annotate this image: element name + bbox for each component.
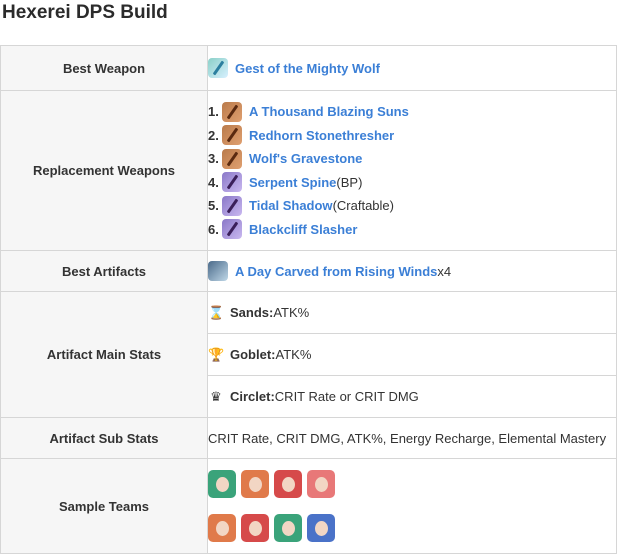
circlet-cell: ♛ Circlet: CRIT Rate or CRIT DMG bbox=[207, 375, 617, 418]
avatar[interactable] bbox=[241, 470, 269, 498]
sands-label: Sands: bbox=[230, 305, 274, 320]
table-row: Replacement Weapons 1. A Thousand Blazin… bbox=[0, 90, 617, 251]
weapon-link[interactable]: Serpent Spine bbox=[249, 175, 336, 190]
claymore-icon bbox=[222, 172, 242, 193]
weapon-note: (Craftable) bbox=[332, 198, 394, 214]
list-item: 6. Blackcliff Slasher bbox=[208, 218, 616, 242]
avatar[interactable] bbox=[274, 514, 302, 542]
list-item: 2. Redhorn Stonethresher bbox=[208, 124, 616, 148]
list-item: 4. Serpent Spine (BP) bbox=[208, 171, 616, 195]
main-stats-label: Artifact Main Stats bbox=[0, 291, 208, 418]
page-title: Hexerei DPS Build bbox=[2, 2, 168, 23]
team-1 bbox=[208, 470, 616, 498]
best-artifacts-label: Best Artifacts bbox=[0, 250, 208, 292]
weapon-link[interactable]: Redhorn Stonethresher bbox=[249, 128, 394, 143]
artifact-count: x4 bbox=[437, 263, 452, 279]
artifact-icon bbox=[208, 261, 228, 281]
claymore-icon bbox=[222, 101, 242, 122]
sword-icon bbox=[208, 58, 228, 78]
sub-stats-value: CRIT Rate, CRIT DMG, ATK%, Energy Rechar… bbox=[207, 417, 617, 459]
claymore-icon bbox=[222, 125, 242, 146]
best-artifacts-cell: A Day Carved from Rising Winds x4 bbox=[207, 250, 617, 292]
weapon-link[interactable]: Blackcliff Slasher bbox=[249, 222, 357, 237]
avatar[interactable] bbox=[274, 470, 302, 498]
best-weapon-label: Best Weapon bbox=[0, 45, 208, 91]
goblet-label: Goblet: bbox=[230, 347, 276, 362]
goblet-value: ATK% bbox=[275, 347, 312, 362]
circlet-label: Circlet: bbox=[230, 389, 275, 404]
best-weapon-cell: Gest of the Mighty Wolf bbox=[207, 45, 617, 91]
build-table: Best Weapon Gest of the Mighty Wolf Repl… bbox=[0, 45, 617, 554]
list-item: 1. A Thousand Blazing Suns bbox=[208, 100, 616, 124]
table-row: Best Artifacts A Day Carved from Rising … bbox=[0, 250, 617, 292]
list-number: 6. bbox=[208, 221, 219, 237]
crown-icon: ♛ bbox=[210, 388, 222, 404]
team-2 bbox=[208, 514, 616, 542]
weapon-note: (BP) bbox=[336, 174, 363, 190]
list-number: 1. bbox=[208, 104, 219, 120]
sub-stats-label: Artifact Sub Stats bbox=[0, 417, 208, 459]
sands-value: ATK% bbox=[273, 305, 310, 320]
table-row: Sample Teams bbox=[0, 458, 617, 554]
avatar[interactable] bbox=[208, 514, 236, 542]
goblet-icon: 🏆 bbox=[208, 346, 225, 362]
sands-cell: ⌛ Sands: ATK% bbox=[207, 291, 617, 334]
list-number: 2. bbox=[208, 127, 219, 143]
table-row: Artifact Main Stats ⌛ Sands: ATK% bbox=[0, 291, 617, 418]
weapon-link[interactable]: A Thousand Blazing Suns bbox=[249, 104, 409, 119]
avatar[interactable] bbox=[307, 514, 335, 542]
claymore-icon bbox=[222, 148, 242, 169]
replacement-weapons-cell: 1. A Thousand Blazing Suns 2. Redhorn St… bbox=[207, 90, 617, 251]
list-item: 3. Wolf's Gravestone bbox=[208, 147, 616, 171]
list-number: 4. bbox=[208, 174, 219, 190]
list-number: 3. bbox=[208, 151, 219, 167]
replacement-weapons-label: Replacement Weapons bbox=[0, 90, 208, 251]
sample-teams-label: Sample Teams bbox=[0, 458, 208, 554]
claymore-icon bbox=[222, 195, 242, 216]
sample-teams-cell bbox=[207, 458, 617, 554]
artifact-set-link[interactable]: A Day Carved from Rising Winds bbox=[235, 264, 437, 279]
avatar[interactable] bbox=[208, 470, 236, 498]
hourglass-icon: ⌛ bbox=[208, 304, 225, 320]
table-row: Artifact Sub Stats CRIT Rate, CRIT DMG, … bbox=[0, 417, 617, 459]
weapon-link[interactable]: Wolf's Gravestone bbox=[249, 151, 362, 166]
replacement-weapons-list: 1. A Thousand Blazing Suns 2. Redhorn St… bbox=[208, 92, 616, 249]
avatar[interactable] bbox=[307, 470, 335, 498]
circlet-value: CRIT Rate or CRIT DMG bbox=[274, 389, 419, 404]
list-number: 5. bbox=[208, 198, 219, 214]
table-row: Best Weapon Gest of the Mighty Wolf bbox=[0, 45, 617, 91]
goblet-cell: 🏆 Goblet: ATK% bbox=[207, 333, 617, 376]
claymore-icon bbox=[222, 219, 242, 240]
list-item: 5. Tidal Shadow (Craftable) bbox=[208, 194, 616, 218]
best-weapon-link[interactable]: Gest of the Mighty Wolf bbox=[235, 61, 380, 76]
avatar[interactable] bbox=[241, 514, 269, 542]
weapon-link[interactable]: Tidal Shadow bbox=[249, 198, 333, 213]
